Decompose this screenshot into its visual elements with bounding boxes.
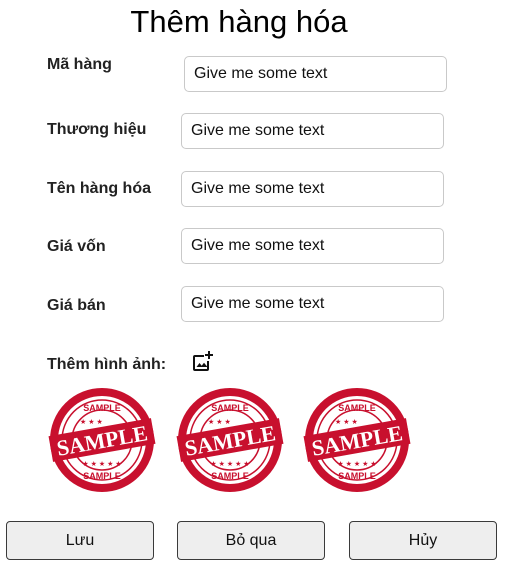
cancel-button[interactable]: Hủy — [349, 521, 497, 560]
stamp-banner-text: SAMPLE — [183, 420, 278, 461]
cost-price-input[interactable] — [181, 228, 444, 264]
stamp-top-text: SAMPLE — [211, 403, 249, 413]
stamp-top-text: SAMPLE — [83, 403, 121, 413]
stamp-banner-text: SAMPLE — [55, 420, 150, 461]
sale-price-input[interactable] — [181, 286, 444, 322]
cost-price-label: Giá vốn — [47, 238, 106, 255]
sample-image: SAMPLE SAMPLE ★ ★ ★ ★ ★ ★ ★ ★ SAMPLE — [176, 388, 284, 492]
page-title: Thêm hàng hóa — [130, 4, 348, 39]
sale-price-label: Giá bán — [47, 297, 106, 314]
svg-text:★ ★ ★ ★ ★: ★ ★ ★ ★ ★ — [210, 460, 249, 468]
brand-input[interactable] — [181, 113, 444, 149]
svg-text:★ ★ ★ ★ ★: ★ ★ ★ ★ ★ — [337, 460, 376, 468]
add-photo-icon[interactable] — [190, 349, 214, 373]
sample-image: SAMPLE SAMPLE ★ ★ ★ ★ ★ ★ ★ ★ SAMPLE — [48, 388, 156, 492]
product-name-input[interactable] — [181, 171, 444, 207]
stamp-bottom-text: SAMPLE — [83, 471, 121, 481]
stamp-bottom-text: SAMPLE — [338, 471, 376, 481]
stamp-banner-text: SAMPLE — [310, 420, 405, 461]
product-code-input[interactable] — [184, 56, 447, 92]
stamp-top-text: SAMPLE — [338, 403, 376, 413]
skip-button[interactable]: Bỏ qua — [177, 521, 325, 560]
svg-text:★ ★ ★: ★ ★ ★ — [335, 418, 358, 426]
save-button[interactable]: Lưu — [6, 521, 154, 560]
sample-image: SAMPLE SAMPLE ★ ★ ★ ★ ★ ★ ★ ★ SAMPLE — [303, 388, 411, 492]
stamp-bottom-text: SAMPLE — [211, 471, 249, 481]
add-image-label: Thêm hình ảnh: — [47, 356, 167, 373]
svg-text:★ ★ ★ ★ ★: ★ ★ ★ ★ ★ — [82, 460, 121, 468]
svg-text:★ ★ ★: ★ ★ ★ — [208, 418, 231, 426]
brand-label: Thương hiệu — [47, 121, 147, 138]
product-code-label: Mã hàng — [47, 56, 112, 73]
svg-text:★ ★ ★: ★ ★ ★ — [80, 418, 103, 426]
product-name-label: Tên hàng hóa — [47, 180, 151, 197]
